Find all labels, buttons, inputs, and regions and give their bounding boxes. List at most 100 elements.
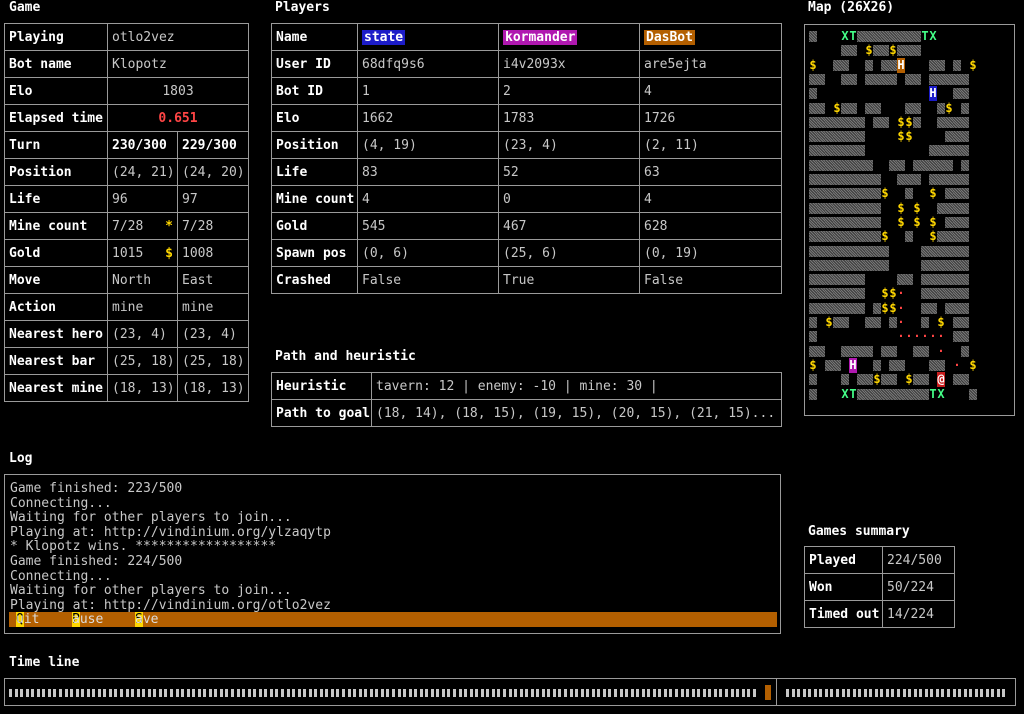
map-wall-tile <box>913 29 921 44</box>
map-wall-tile <box>817 272 825 287</box>
map-wall-tile <box>849 143 857 158</box>
timeline-tick <box>175 689 179 697</box>
map-wall-tile <box>873 186 881 201</box>
map-wall-tile <box>921 244 929 259</box>
game-map: X T T X $ $ $ H $ H $ $ $ $ $ $ $ $ $ $ $ $ $ $ $ $ $ · $ $ · $ · $ · · · · · ·… <box>804 24 1015 416</box>
player-crashed-3: False <box>639 266 782 294</box>
timeline-tick <box>164 689 168 697</box>
map-wall-tile <box>857 258 865 273</box>
timeline-tick <box>547 689 551 697</box>
turn-value-a: 230/300 <box>107 131 178 159</box>
timeline-tick <box>686 689 690 697</box>
map-wall-tile <box>817 344 825 359</box>
timeline-tick <box>169 689 173 697</box>
map-wall-tile <box>961 129 969 144</box>
timeline-tick <box>963 689 967 697</box>
map-path-dot: · <box>953 357 961 372</box>
player-gold-3: 628 <box>639 212 782 240</box>
map-wall-tile <box>841 301 849 316</box>
timeline-tick <box>708 689 712 697</box>
map-wall-tile <box>881 58 889 73</box>
timeline-tick <box>891 689 895 697</box>
botname-label: Bot name <box>4 50 108 78</box>
map-path-dot: · <box>897 315 905 329</box>
position-value-a: (24, 21) <box>107 158 178 186</box>
map-wall-tile <box>849 172 857 187</box>
timeline-tick <box>231 689 234 697</box>
timeline-tick <box>497 689 501 697</box>
map-wall-tile <box>889 315 897 330</box>
nearest-mine-b: (18, 13) <box>177 374 249 402</box>
timeline-tick <box>447 689 451 697</box>
map-wall-tile <box>865 29 873 44</box>
map-wall-tile <box>857 372 865 387</box>
map-wall-tile <box>865 229 873 244</box>
map-wall-tile <box>953 258 961 273</box>
timeline-tick <box>647 689 651 697</box>
map-wall-tile <box>849 115 857 130</box>
map-path-dot: · <box>905 329 913 344</box>
gold-value-b: 1008 <box>177 239 249 267</box>
player-gold-2: 467 <box>498 212 640 240</box>
map-wall-tile <box>889 72 897 87</box>
timeline-tick <box>430 689 434 697</box>
timeline-tick <box>458 689 462 697</box>
map-wall-tile <box>937 158 945 173</box>
log-line: Waiting for other players to join... <box>10 510 292 526</box>
map-wall-tile <box>865 101 873 116</box>
gold-coin-icon: $ <box>165 245 173 261</box>
map-wall-tile <box>873 315 881 330</box>
player-elo-label: Elo <box>271 104 358 132</box>
map-wall-tile <box>945 201 953 216</box>
timeline-slider[interactable] <box>4 678 1016 706</box>
map-wall-tile <box>913 72 921 87</box>
player-name-2: kormander <box>503 29 578 45</box>
crashed-label: Crashed <box>271 266 358 294</box>
map-wall-tile <box>849 215 857 230</box>
map-wall-tile <box>809 172 817 187</box>
timeline-tick <box>336 689 340 697</box>
timeline-tick <box>120 689 123 697</box>
map-wall-tile <box>849 43 857 58</box>
map-wall-tile <box>953 229 961 244</box>
mine-value-a: 7/28 <box>112 218 144 234</box>
player-position-3: (2, 11) <box>639 131 782 159</box>
map-wall-tile <box>865 72 873 87</box>
map-wall-tile <box>825 158 833 173</box>
map-wall-tile <box>833 315 841 330</box>
map-wall-tile <box>825 286 833 301</box>
timeline-divider <box>776 679 778 705</box>
map-gold-mine-icon: $ <box>929 186 937 201</box>
log-panel[interactable]: Game finished: 223/500 Connecting... Wai… <box>4 474 781 634</box>
map-wall-tile <box>945 143 953 158</box>
timeline-tick <box>42 689 46 697</box>
map-wall-tile <box>961 286 969 301</box>
map-gold-mine-icon: $ <box>889 300 897 315</box>
map-wall-tile <box>809 201 817 216</box>
map-tavern-icon: T <box>921 29 929 43</box>
map-wall-tile <box>809 143 817 158</box>
map-wall-tile <box>825 172 833 187</box>
players-row-life: Life 83 52 63 <box>271 158 782 186</box>
timeline-tick <box>197 689 201 697</box>
map-wall-tile <box>953 129 961 144</box>
timeline-handle[interactable] <box>765 685 772 700</box>
player-userid-1: 68dfq9s6 <box>357 50 499 78</box>
map-wall-tile <box>921 372 929 387</box>
timeline-tick <box>752 689 756 697</box>
map-wall-tile <box>865 387 873 402</box>
userid-label: User ID <box>271 50 358 78</box>
timeline-tick <box>247 689 251 697</box>
map-wall-tile <box>825 229 833 244</box>
map-wall-tile <box>945 215 953 230</box>
player-userid-3: are5ejta <box>639 50 782 78</box>
timeline-tick <box>819 689 823 697</box>
map-wall-tile <box>961 201 969 216</box>
timeline-tick <box>508 689 512 697</box>
timeline-tick <box>980 689 984 697</box>
timeline-tick <box>403 689 407 697</box>
timeline-tick <box>808 689 812 697</box>
timeline-tick <box>991 689 995 697</box>
timeline-tick <box>852 689 856 697</box>
timeline-tick <box>747 689 751 697</box>
